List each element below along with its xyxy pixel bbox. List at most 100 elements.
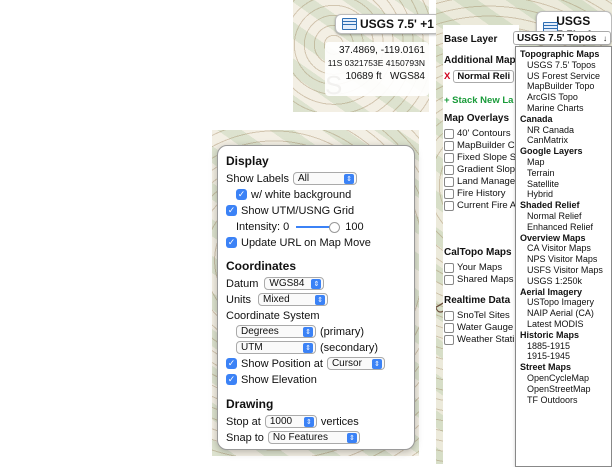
- select-arrow-icon: ⇕: [315, 294, 325, 305]
- dropdown-option[interactable]: Map: [516, 157, 611, 168]
- overlay-label: Land Manage: [457, 176, 516, 187]
- primary-label: (primary): [320, 325, 364, 338]
- update-url-checkbox[interactable]: ✓: [226, 237, 237, 248]
- dropdown-option[interactable]: TF Outdoors: [516, 395, 611, 406]
- show-elevation-checkbox[interactable]: ✓: [226, 374, 237, 385]
- dropdown-option[interactable]: USTopo Imagery: [516, 297, 611, 308]
- coordinate-system-label: Coordinate System: [226, 309, 320, 322]
- caltopo-item[interactable]: Your Maps: [444, 262, 502, 273]
- intensity-max: 100: [345, 220, 364, 233]
- dropdown-option[interactable]: Latest MODIS: [516, 319, 611, 330]
- overlay-checkbox[interactable]: [444, 152, 454, 163]
- snap-to-label: Snap to: [226, 431, 264, 444]
- datum-label: Datum: [226, 277, 259, 290]
- dropdown-option[interactable]: Enhanced Relief: [516, 222, 611, 233]
- overlay-checkbox[interactable]: [444, 176, 454, 187]
- overlay-checkbox[interactable]: [444, 188, 454, 199]
- primary-coordinate-select[interactable]: Degrees ⇕: [236, 325, 316, 338]
- dropdown-option[interactable]: ArcGIS Topo: [516, 92, 611, 103]
- show-labels-select[interactable]: All ⇕: [293, 172, 357, 185]
- dropdown-option[interactable]: Marine Charts: [516, 103, 611, 114]
- show-elevation-label: Show Elevation: [241, 373, 317, 386]
- dropdown-option[interactable]: OpenCycleMap: [516, 373, 611, 384]
- secondary-label: (secondary): [320, 341, 379, 354]
- overlay-checkbox[interactable]: [444, 164, 454, 175]
- dropdown-option[interactable]: CanMatrix: [516, 135, 611, 146]
- dropdown-option[interactable]: CA Visitor Maps: [516, 243, 611, 254]
- realtime-checkbox[interactable]: [444, 334, 454, 345]
- base-layer-label: Base Layer: [444, 34, 498, 45]
- dropdown-group-heading: Topographic Maps: [520, 49, 600, 59]
- overlay-label: Gradient Slop: [457, 164, 516, 175]
- stack-new-layer-link[interactable]: + Stack New La: [444, 95, 513, 106]
- caltopo-item[interactable]: Shared Maps: [444, 274, 514, 285]
- dropdown-option[interactable]: USGS 1:250k: [516, 276, 611, 287]
- secondary-coordinate-select[interactable]: UTM ⇕: [236, 341, 316, 354]
- overlay-checkbox[interactable]: [444, 200, 454, 211]
- overlay-label: Current Fire A: [457, 200, 517, 211]
- dropdown-option[interactable]: NAIP Aerial (CA): [516, 308, 611, 319]
- caltopo-checkbox[interactable]: [444, 262, 454, 273]
- realtime-item[interactable]: SnoTel Sites: [444, 310, 510, 321]
- slider-knob[interactable]: [329, 221, 341, 233]
- realtime-checkbox[interactable]: [444, 310, 454, 321]
- overlay-item[interactable]: Land Manage: [444, 176, 515, 187]
- dropdown-option[interactable]: MapBuilder Topo: [516, 81, 611, 92]
- position-select[interactable]: Cursor ⇕: [326, 357, 385, 370]
- overlay-item[interactable]: MapBuilder C: [444, 140, 515, 151]
- additional-map-select[interactable]: Normal Reli: [453, 70, 515, 83]
- select-arrow-icon: ⇕: [344, 173, 354, 184]
- overlay-checkbox[interactable]: [444, 128, 454, 139]
- white-background-checkbox[interactable]: ✓: [236, 189, 247, 200]
- dropdown-option[interactable]: USGS 7.5' Topos: [516, 60, 611, 71]
- latlon-readout: 37.4869, -119.0161: [338, 45, 425, 56]
- dropdown-option[interactable]: US Forest Service: [516, 71, 611, 82]
- realtime-data-heading: Realtime Data: [444, 295, 511, 306]
- realtime-label: Weather Stati: [457, 334, 515, 345]
- dropdown-option[interactable]: NR Canada: [516, 125, 611, 136]
- dropdown-option[interactable]: Hybrid: [516, 189, 611, 200]
- show-position-checkbox[interactable]: ✓: [226, 358, 237, 369]
- realtime-item[interactable]: Weather Stati: [444, 334, 514, 345]
- utm-grid-checkbox[interactable]: ✓: [226, 205, 237, 216]
- snap-to-select[interactable]: No Features ⇕: [267, 431, 360, 444]
- base-layer-dropdown[interactable]: Topographic Maps USGS 7.5' Topos US Forest…: [515, 46, 612, 467]
- realtime-checkbox[interactable]: [444, 322, 454, 333]
- stop-at-label: Stop at: [226, 415, 261, 428]
- dropdown-group-heading: Google Layers: [520, 146, 583, 157]
- dropdown-option[interactable]: Terrain: [516, 168, 611, 179]
- intensity-slider[interactable]: [296, 221, 341, 233]
- layer-button-label: USGS 7.5' +1: [360, 17, 434, 31]
- dropdown-group-heading: Canada: [520, 113, 553, 124]
- base-layer-select[interactable]: USGS 7.5' Topos ↓: [513, 31, 611, 45]
- overlay-item[interactable]: 40' Contours: [444, 128, 511, 139]
- overlay-item[interactable]: Fixed Slope S: [444, 152, 516, 163]
- caltopo-checkbox[interactable]: [444, 274, 454, 285]
- dropdown-option[interactable]: 1885-1915: [516, 341, 611, 352]
- datum-select[interactable]: WGS84 ⇕: [264, 277, 325, 290]
- remove-icon[interactable]: X: [444, 71, 450, 82]
- overlay-label: Fire History: [457, 188, 506, 199]
- units-select[interactable]: Mixed ⇕: [258, 293, 328, 306]
- select-arrow-icon: ⇕: [303, 416, 314, 427]
- overlay-checkbox[interactable]: [444, 140, 454, 151]
- stop-at-select[interactable]: 1000 ⇕: [264, 415, 317, 428]
- dropdown-option[interactable]: 1915-1945: [516, 351, 611, 362]
- overlay-item[interactable]: Current Fire A: [444, 200, 516, 211]
- update-url-label: Update URL on Map Move: [241, 236, 371, 249]
- intensity-label: Intensity: 0: [236, 220, 290, 233]
- dropdown-group-heading: Aerial Imagery: [520, 286, 583, 297]
- dropdown-option[interactable]: Normal Relief: [516, 211, 611, 222]
- dropdown-option[interactable]: Satellite: [516, 179, 611, 190]
- layer-toggle-button[interactable]: USGS 7.5' +1: [335, 14, 441, 34]
- utm-readout: 11S 0321753E 4150793N: [327, 58, 425, 68]
- dropdown-option[interactable]: NPS Visitor Maps: [516, 254, 611, 265]
- dropdown-option[interactable]: OpenStreetMap: [516, 384, 611, 395]
- overlay-item[interactable]: Gradient Slop: [444, 164, 515, 175]
- overlay-item[interactable]: Fire History: [444, 188, 506, 199]
- dropdown-option[interactable]: USFS Visitor Maps: [516, 265, 611, 276]
- realtime-label: Water Gauge: [457, 322, 514, 333]
- realtime-item[interactable]: Water Gauge: [444, 322, 513, 333]
- drawing-heading: Drawing: [226, 397, 274, 411]
- additional-map-row: X Normal Reli: [444, 70, 515, 83]
